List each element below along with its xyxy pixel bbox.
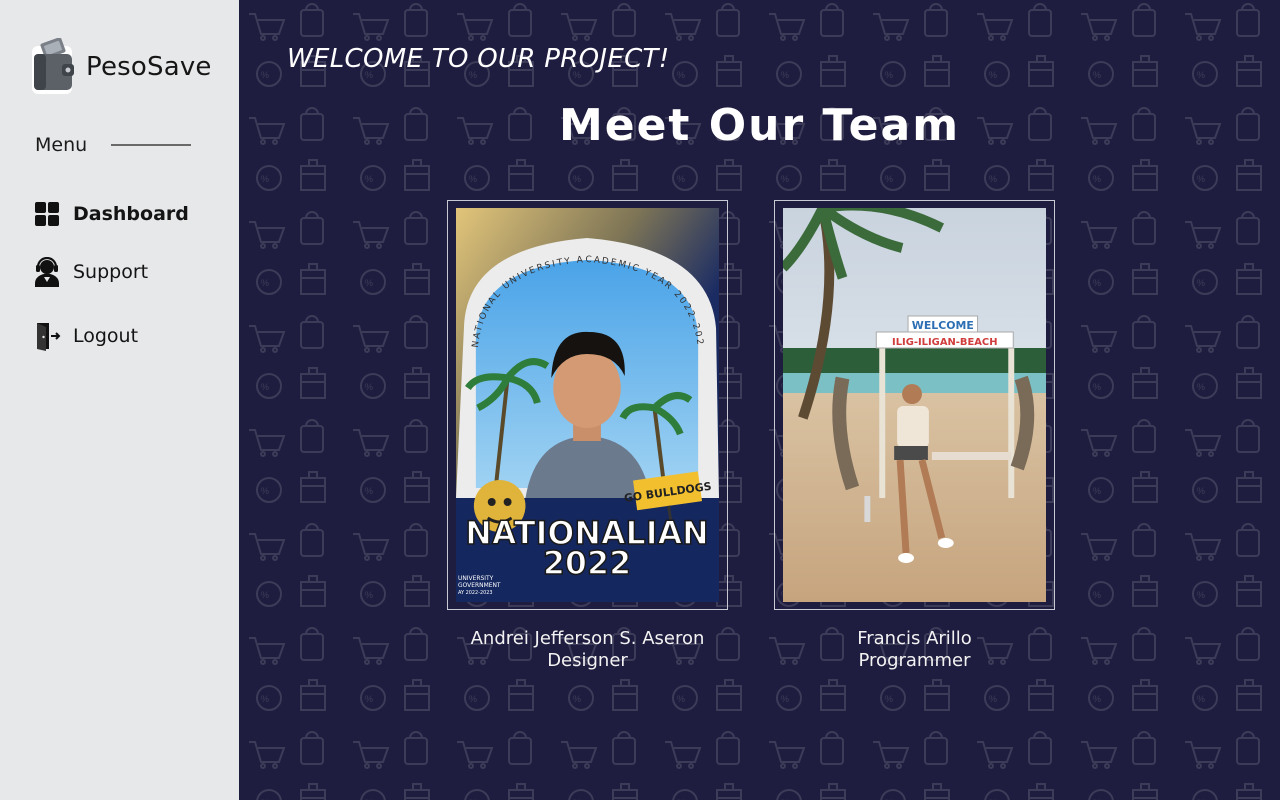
footer-text-1: UNIVERSITY — [458, 575, 494, 582]
welcome-heading: WELCOME TO OUR PROJECT! — [287, 44, 670, 74]
sign-top-text: WELCOME — [912, 319, 974, 332]
sidebar-item-label: Support — [73, 261, 149, 283]
headset-agent-icon — [33, 257, 61, 287]
menu-header: Menu — [35, 134, 195, 156]
sidebar-item-support[interactable]: Support — [33, 257, 149, 287]
team-member-card: WELCOME ILIG-ILIGAN-BEACH — [774, 200, 1055, 610]
exit-door-icon — [33, 322, 61, 351]
grid-icon — [33, 200, 61, 228]
team-member-card: NATIONAL UNIVERSITY ACADEMIC YEAR 2022-2… — [447, 200, 728, 610]
member-role: Programmer — [858, 650, 971, 671]
member-photo: NATIONAL UNIVERSITY ACADEMIC YEAR 2022-2… — [456, 208, 719, 602]
sidebar-item-logout[interactable]: Logout — [33, 322, 139, 351]
menu-label: Menu — [35, 134, 88, 156]
sidebar: PesoSave Menu Dashboard Support Logout — [0, 0, 239, 800]
sidebar-item-label: Dashboard — [73, 203, 189, 225]
footer-text-2: GOVERNMENT — [458, 582, 501, 589]
page-title: Meet Our Team — [558, 100, 961, 151]
sign-bottom-text: ILIG-ILIGAN-BEACH — [892, 337, 997, 348]
wallet-logo-icon — [32, 38, 74, 94]
brand-name: PesoSave — [86, 52, 212, 82]
banner-year: 2022 — [543, 544, 631, 582]
sidebar-item-dashboard[interactable]: Dashboard — [33, 200, 189, 228]
member-name: Francis Arillo — [857, 628, 972, 649]
member-photo: WELCOME ILIG-ILIGAN-BEACH — [783, 208, 1046, 602]
brand[interactable]: PesoSave — [28, 38, 212, 96]
member-role: Designer — [547, 650, 628, 671]
footer-text-3: AY 2022-2023 — [458, 590, 493, 596]
member-name: Andrei Jefferson S. Aseron — [470, 628, 705, 649]
team-member-info: Andrei Jefferson S. Aseron Designer — [447, 628, 728, 672]
sidebar-item-label: Logout — [73, 325, 139, 347]
menu-divider — [111, 144, 192, 146]
team-member-info: Francis Arillo Programmer — [774, 628, 1055, 672]
main-content: % WELCOME TO OUR PROJECT! Meet Our Team — [239, 0, 1280, 800]
